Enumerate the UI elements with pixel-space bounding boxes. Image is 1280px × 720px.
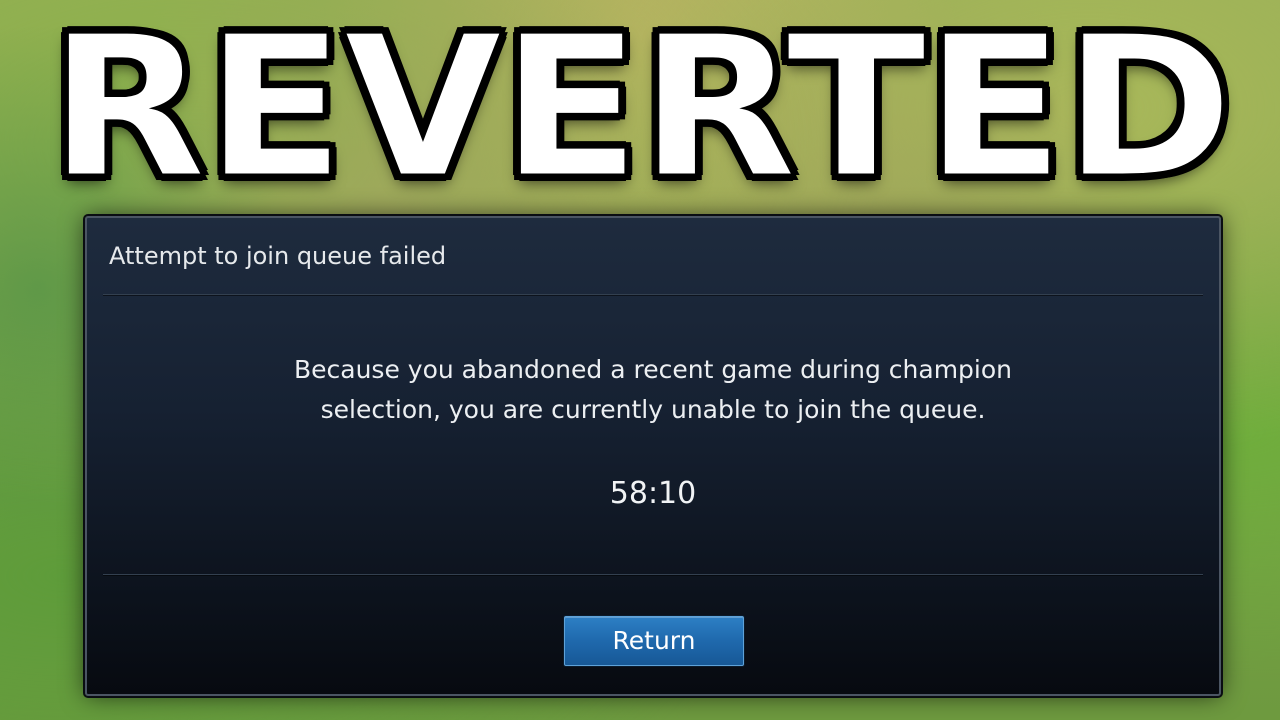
header-divider: [103, 294, 1203, 295]
message-line-2: selection, you are currently unable to j…: [320, 395, 986, 424]
footer-divider: [103, 574, 1203, 575]
return-button[interactable]: Return: [564, 616, 744, 666]
headline-text: REVERTED: [47, 0, 1235, 222]
dialog-title: Attempt to join queue failed: [109, 242, 447, 270]
message-line-1: Because you abandoned a recent game duri…: [293, 355, 1013, 384]
dialog-message: Because you abandoned a recent game duri…: [187, 350, 1119, 430]
penalty-timer: 58:10: [609, 476, 697, 511]
screen: { "headline": "REVERTED", "dialog": { "t…: [0, 0, 1280, 720]
queue-failed-dialog: Attempt to join queue failed Because you…: [83, 214, 1223, 698]
